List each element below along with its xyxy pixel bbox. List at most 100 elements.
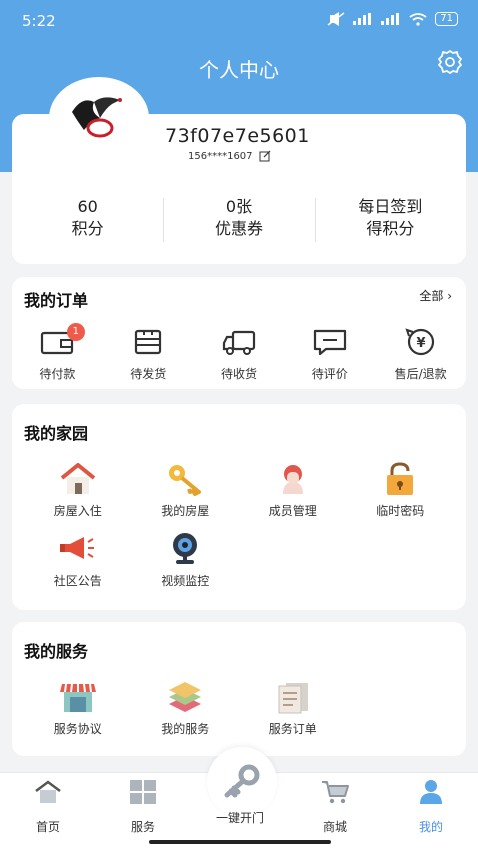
key-icon — [224, 764, 260, 798]
tab-services[interactable]: 服务 — [108, 779, 178, 835]
order-status-label: 待发货 — [130, 367, 167, 381]
daily-checkin-stat[interactable]: 每日签到 得积分 — [314, 196, 466, 246]
home-item-label: 社区公告 — [53, 574, 102, 588]
camera-icon — [173, 533, 198, 564]
status-icons: 71 — [327, 12, 458, 26]
home-row-2: 社区公告 视频监控 — [24, 532, 454, 589]
tab-label: 服务 — [130, 820, 155, 834]
comment-icon — [313, 329, 346, 356]
tab-label: 首页 — [35, 820, 60, 834]
home-card: 我的家园 房屋入住 我的房屋 成员管理 临时密码 社区公告 视频监控 — [12, 404, 466, 610]
home-row-1: 房屋入住 我的房屋 成员管理 临时密码 — [24, 462, 454, 519]
crane-logo-icon — [72, 97, 122, 138]
home-title: 我的家园 — [24, 424, 89, 443]
tab-one-key-open[interactable]: 一键开门 — [205, 809, 275, 826]
chevron-right-icon: › — [447, 289, 452, 303]
wifi-icon — [409, 12, 427, 26]
order-pending-shipment[interactable]: 待发货 — [103, 327, 194, 382]
checkin-label: 得积分 — [366, 219, 415, 238]
bottom-tab-bar: 首页 服务 一键开门 商城 我的 — [0, 747, 478, 850]
pending-payment-badge: 1 — [66, 323, 85, 341]
home-members[interactable]: 成员管理 — [239, 462, 347, 519]
home-temp-password[interactable]: 临时密码 — [347, 462, 455, 519]
service-item-label: 服务协议 — [53, 722, 102, 736]
services-row: 服务协议 我的服务 服务订单 — [24, 680, 454, 737]
tab-label: 我的 — [418, 820, 443, 834]
orders-all-label: 全部 — [419, 289, 444, 303]
shop-icon — [59, 683, 96, 712]
home-icon — [35, 780, 61, 803]
phone-number: 156****1607 — [188, 150, 271, 162]
services-title: 我的服务 — [24, 642, 89, 661]
home-item-label: 房屋入住 — [53, 504, 102, 518]
order-pending-payment[interactable]: 1 待付款 — [12, 323, 103, 382]
home-video-monitoring[interactable]: 视频监控 — [132, 532, 240, 589]
orders-view-all-link[interactable]: 全部 › — [419, 287, 452, 304]
package-icon — [135, 329, 162, 355]
tab-label: 一键开门 — [215, 811, 264, 825]
stats-row: 60 积分 0张 优惠券 每日签到 得积分 — [12, 196, 466, 246]
home-indicator — [149, 840, 331, 844]
service-item-label: 服务订单 — [268, 722, 317, 736]
orders-card: 我的订单 全部 › 1 待付款 待发货 待收货 待评价 ¥ 售后/退款 — [12, 277, 466, 389]
grid-icon — [130, 780, 156, 804]
orders-title: 我的订单 — [24, 291, 89, 310]
order-status-label: 待评价 — [311, 367, 348, 381]
status-time: 5:22 — [22, 12, 56, 30]
refund-icon: ¥ — [404, 328, 434, 356]
cart-icon — [322, 781, 349, 804]
services-card: 我的服务 服务协议 我的服务 服务订单 — [12, 622, 466, 756]
points-stat[interactable]: 60 积分 — [12, 196, 163, 246]
tab-label: 商城 — [322, 820, 347, 834]
home-announcements[interactable]: 社区公告 — [24, 532, 132, 589]
tab-mine[interactable]: 我的 — [396, 779, 466, 835]
points-label: 积分 — [71, 219, 104, 238]
key-icon — [169, 465, 202, 496]
phone-text: 156****1607 — [188, 150, 253, 162]
signal-icon — [353, 13, 372, 25]
order-pending-receipt[interactable]: 待收货 — [194, 327, 285, 382]
mute-icon — [327, 12, 345, 26]
coupons-stat[interactable]: 0张 优惠券 — [163, 196, 314, 246]
username: 73f07e7e5601 — [165, 125, 310, 147]
signal-icon — [381, 13, 400, 25]
tab-home[interactable]: 首页 — [13, 779, 83, 835]
megaphone-icon — [59, 537, 94, 559]
home-item-label: 视频监控 — [161, 574, 210, 588]
home-move-in[interactable]: 房屋入住 — [24, 462, 132, 519]
order-status-label: 待收货 — [220, 367, 257, 381]
page-title: 个人中心 — [199, 58, 279, 82]
order-status-label: 售后/退款 — [394, 367, 447, 381]
service-agreement[interactable]: 服务协议 — [24, 680, 132, 737]
home-my-house[interactable]: 我的房屋 — [132, 462, 240, 519]
user-icon — [420, 780, 442, 804]
order-status-label: 待付款 — [39, 367, 76, 381]
service-orders[interactable]: 服务订单 — [239, 680, 347, 737]
status-bar: 5:22 71 — [0, 0, 478, 40]
member-icon — [282, 465, 303, 494]
order-pending-review[interactable]: 待评价 — [284, 327, 375, 382]
tab-mall[interactable]: 商城 — [300, 779, 370, 835]
order-refund[interactable]: ¥ 售后/退款 — [375, 327, 466, 382]
points-value: 60 — [77, 197, 98, 216]
layers-icon — [169, 682, 202, 712]
battery-indicator: 71 — [435, 12, 458, 26]
service-item-label: 我的服务 — [161, 722, 210, 736]
lock-icon — [387, 462, 414, 495]
one-key-open-button[interactable] — [207, 747, 277, 817]
home-item-label: 我的房屋 — [161, 504, 210, 518]
home-item-label: 成员管理 — [268, 504, 317, 518]
edit-icon[interactable] — [259, 150, 271, 162]
order-status-row: 1 待付款 待发货 待收货 待评价 ¥ 售后/退款 — [12, 323, 466, 382]
coupons-label: 优惠券 — [214, 219, 263, 238]
checkin-title: 每日签到 — [358, 197, 423, 216]
house-icon — [60, 463, 96, 494]
settings-gear-icon[interactable] — [436, 48, 464, 76]
truck-icon — [222, 330, 256, 355]
document-icon — [278, 683, 308, 714]
coupons-value: 0张 — [225, 197, 253, 216]
service-my-services[interactable]: 我的服务 — [132, 680, 240, 737]
home-item-label: 临时密码 — [376, 504, 425, 518]
avatar[interactable] — [52, 80, 146, 156]
svg-text:¥: ¥ — [416, 336, 425, 351]
